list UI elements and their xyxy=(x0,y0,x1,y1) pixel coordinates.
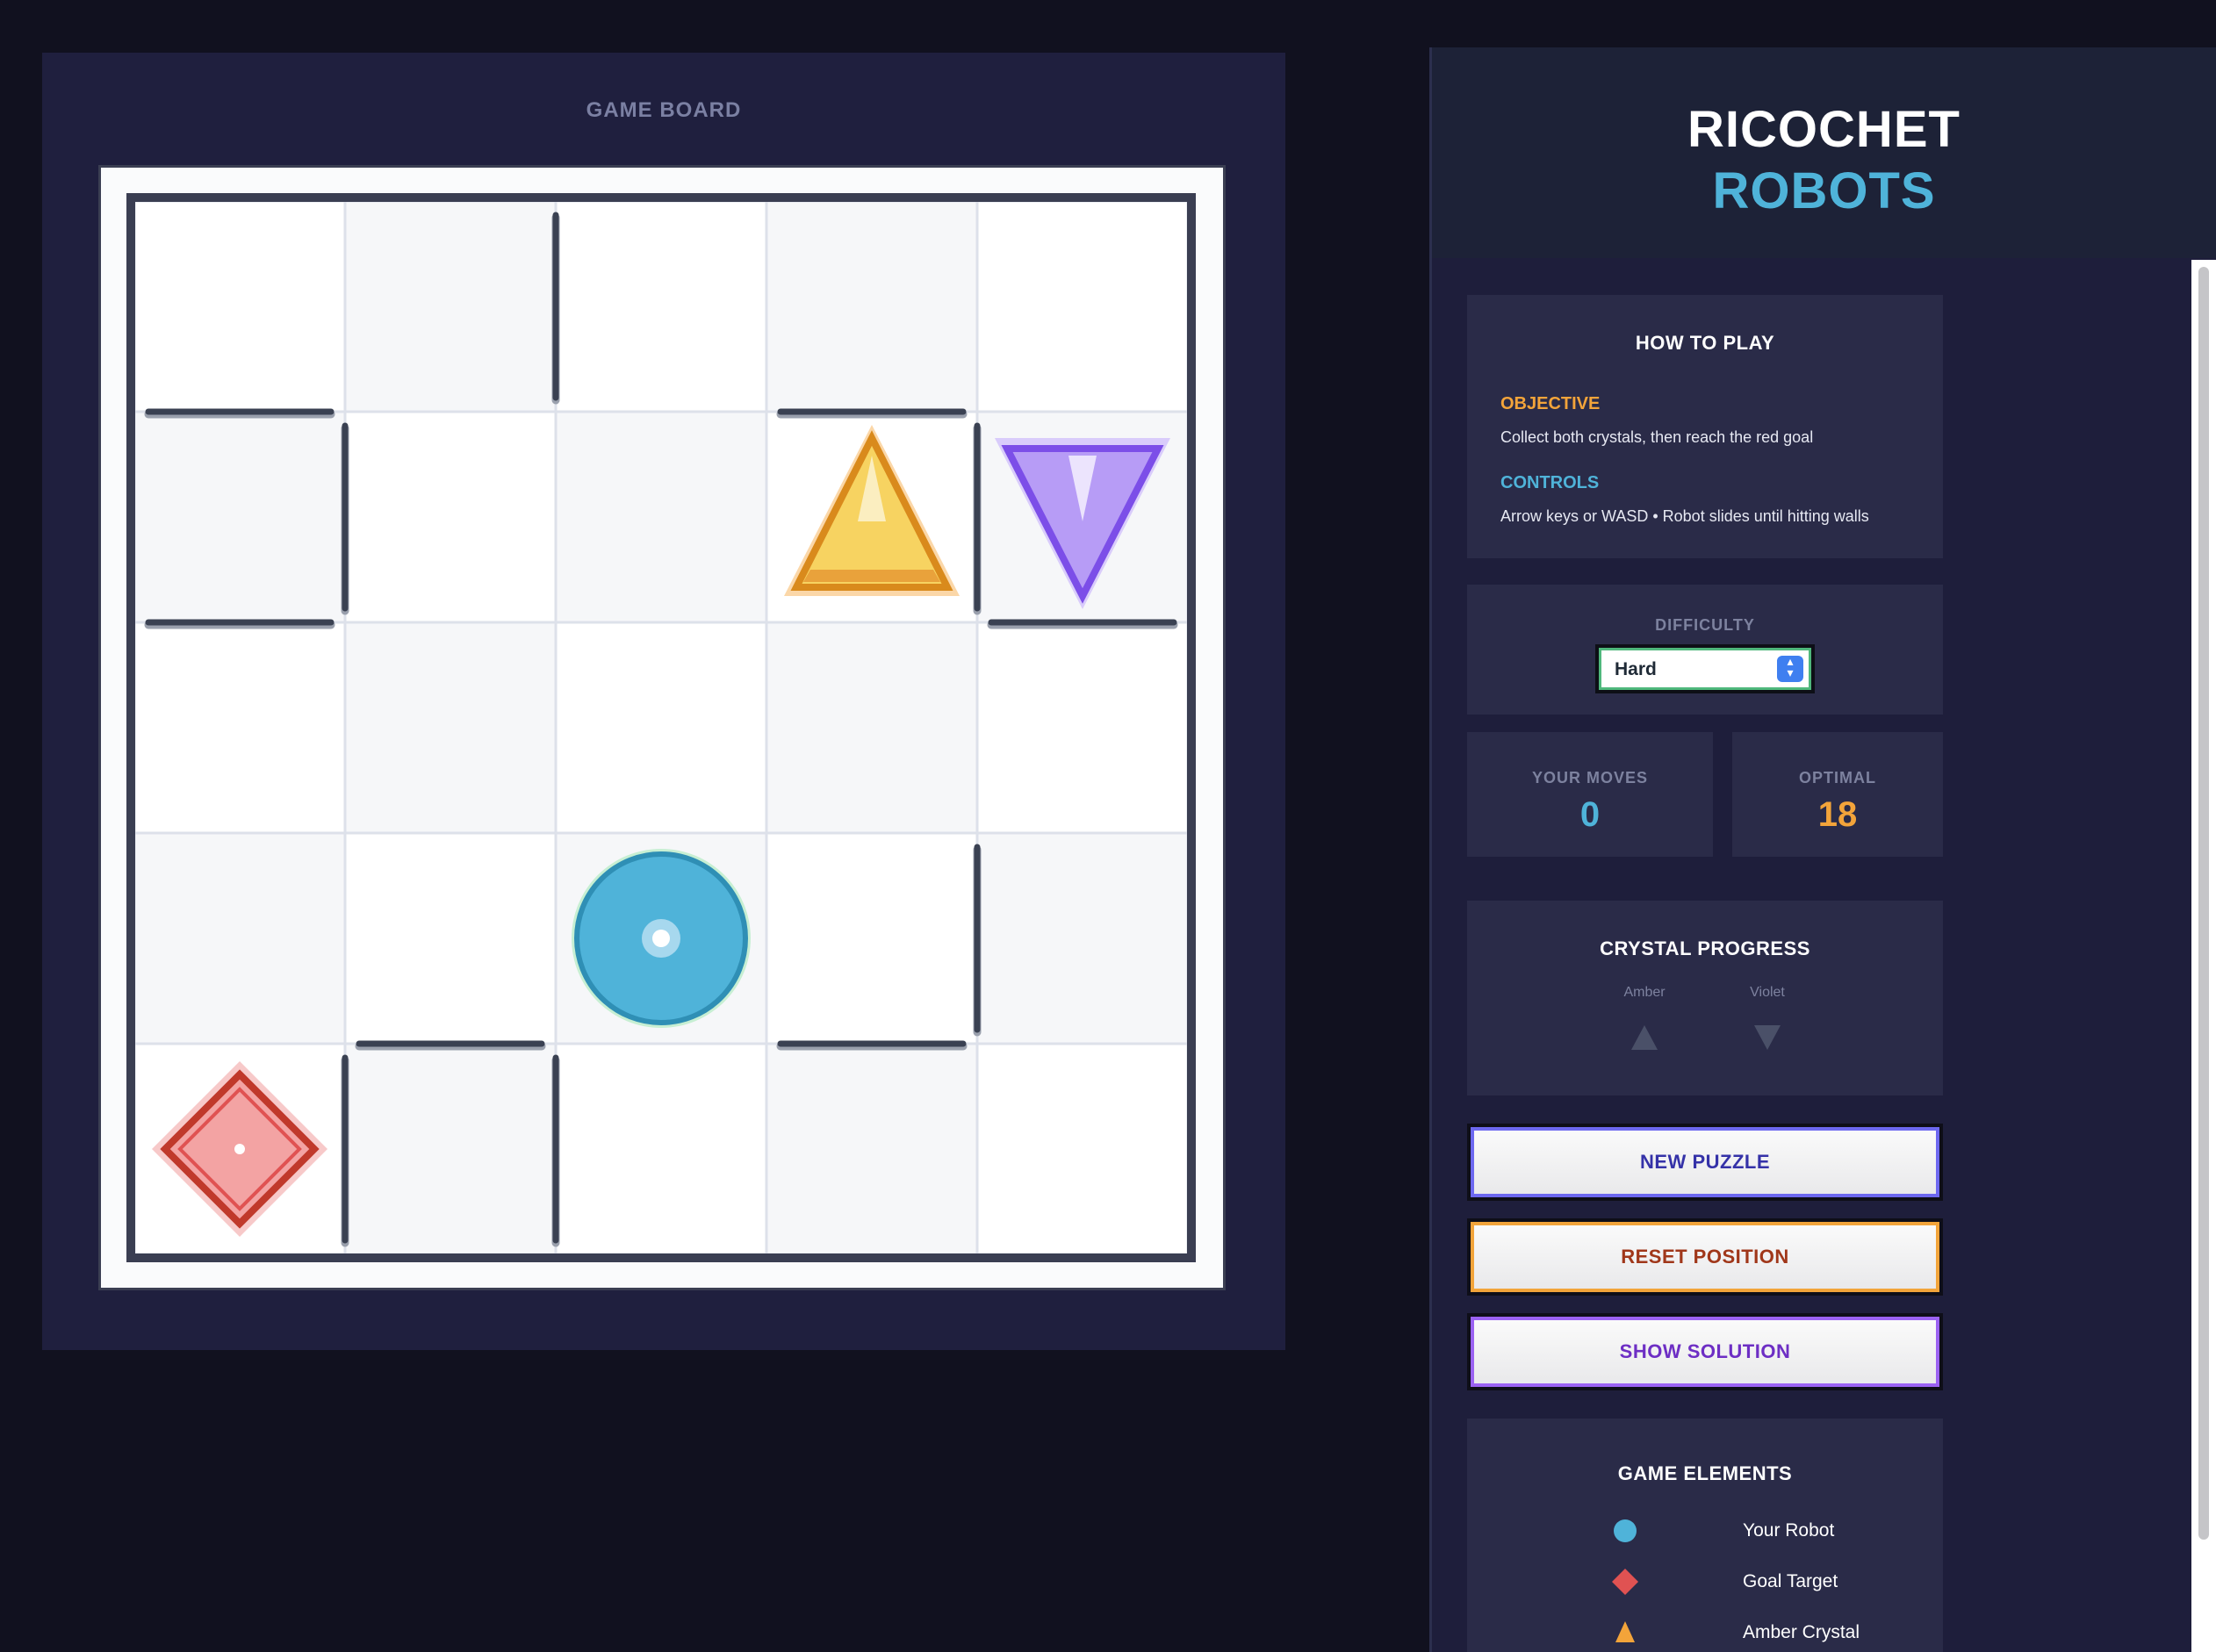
board-cell xyxy=(133,410,347,624)
board-cell xyxy=(765,199,979,413)
reset-position-button[interactable]: RESET POSITION xyxy=(1467,1218,1943,1296)
difficulty-label: DIFFICULTY xyxy=(1655,616,1755,634)
board-cell xyxy=(975,831,1190,1045)
optimal-label: OPTIMAL xyxy=(1799,769,1876,786)
board-cell xyxy=(554,410,768,624)
difficulty-select[interactable]: Hard ▴ ▾ xyxy=(1595,644,1815,693)
how-to-play-title: HOW TO PLAY xyxy=(1635,332,1775,354)
amber-progress-label: Amber xyxy=(1623,985,1666,1000)
board-cell xyxy=(133,199,347,413)
board-cell xyxy=(133,831,347,1045)
board-title: GAME BOARD xyxy=(586,98,742,122)
optimal-value: 18 xyxy=(1817,795,1858,834)
show-solution-button[interactable]: SHOW SOLUTION xyxy=(1467,1313,1943,1390)
board-grid xyxy=(126,193,1196,1262)
new-puzzle-button[interactable]: NEW PUZZLE xyxy=(1467,1124,1943,1201)
board-cell xyxy=(975,621,1190,835)
amber-legend-icon xyxy=(1615,1621,1635,1642)
legend-goal-label: Goal Target xyxy=(1743,1571,1838,1591)
objective-label: OBJECTIVE xyxy=(1500,394,1601,413)
goal-dot xyxy=(234,1144,245,1154)
violet-progress-icon xyxy=(1754,1025,1781,1050)
board-cell xyxy=(975,1042,1190,1256)
scrollbar-thumb[interactable] xyxy=(2198,267,2209,1540)
board-cell xyxy=(554,1042,768,1256)
sidebar: RICOCHET ROBOTS HOW TO PLAY OBJECTIVE Co… xyxy=(1429,47,2216,1652)
board-cell xyxy=(343,621,558,835)
difficulty-value: Hard xyxy=(1615,659,1657,679)
board-cell xyxy=(975,199,1190,413)
game-board-panel: GAME BOARD xyxy=(42,53,1285,1350)
robot-legend-icon xyxy=(1614,1519,1637,1542)
board-cell xyxy=(343,831,558,1045)
board-cell xyxy=(765,621,979,835)
board-cell xyxy=(343,410,558,624)
crystal-progress-title: CRYSTAL PROGRESS xyxy=(1600,937,1810,959)
legend-amber-label: Amber Crystal xyxy=(1743,1622,1860,1642)
violet-progress-label: Violet xyxy=(1750,985,1785,1000)
controls-label: CONTROLS xyxy=(1500,473,1600,492)
crystal-progress-card: CRYSTAL PROGRESS Amber Violet xyxy=(1467,901,1943,1095)
moves-label: YOUR MOVES xyxy=(1531,769,1649,786)
difficulty-card: DIFFICULTY Hard ▴ ▾ xyxy=(1467,585,1943,715)
optimal-card: OPTIMAL 18 xyxy=(1732,732,1943,857)
legend-robot-label: Your Robot xyxy=(1743,1520,1835,1541)
title-robots: ROBOTS xyxy=(1712,162,1936,219)
game-board[interactable] xyxy=(98,165,1226,1290)
board-cell xyxy=(765,1042,979,1256)
amber-progress-icon xyxy=(1631,1025,1658,1050)
scrollbar[interactable] xyxy=(2191,260,2216,1652)
header: RICOCHET ROBOTS xyxy=(1432,47,2216,258)
board-cell xyxy=(554,199,768,413)
board-cell xyxy=(554,621,768,835)
title-ricochet: RICOCHET xyxy=(1687,101,1961,158)
controls-text: Arrow keys or WASD • Robot slides until … xyxy=(1500,507,1869,525)
objective-text: Collect both crystals, then reach the re… xyxy=(1500,428,1814,446)
game-elements-card: GAME ELEMENTS Your Robot Goal Target Amb… xyxy=(1467,1419,1943,1652)
amber-progress: Amber xyxy=(1609,985,1680,1052)
board-cell xyxy=(765,831,979,1045)
board-cell xyxy=(133,621,347,835)
select-arrows-icon: ▴ ▾ xyxy=(1777,655,1803,682)
board-cell xyxy=(343,1042,558,1256)
violet-progress: Violet xyxy=(1732,985,1802,1052)
moves-card: YOUR MOVES 0 xyxy=(1467,732,1713,857)
how-to-play-card: HOW TO PLAY OBJECTIVE Collect both cryst… xyxy=(1467,295,1943,558)
moves-value: 0 xyxy=(1579,795,1601,834)
goal-legend-icon xyxy=(1612,1569,1638,1595)
game-elements-title: GAME ELEMENTS xyxy=(1617,1462,1793,1484)
amber-crystal-base xyxy=(803,570,940,582)
board-cell xyxy=(343,199,558,413)
robot-eye-center xyxy=(652,930,670,947)
